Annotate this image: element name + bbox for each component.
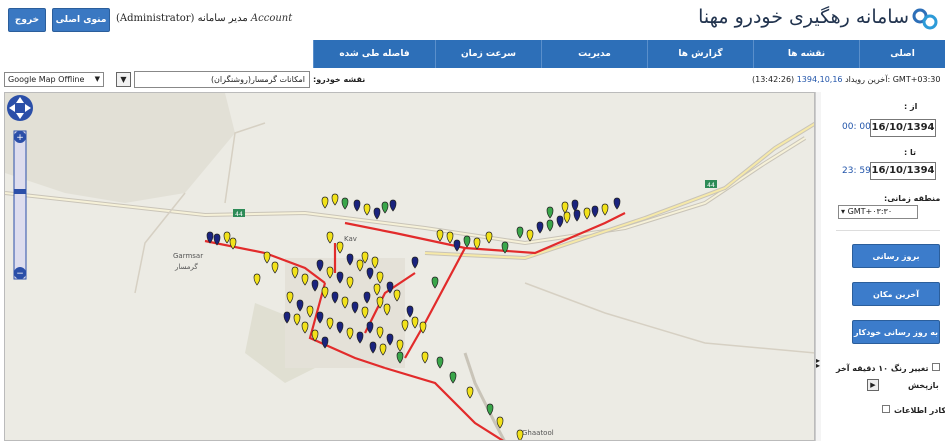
map-type-value: Google Map Offline [8, 75, 85, 84]
logout-button[interactable]: خروج [8, 8, 46, 32]
nav-bar: اصلی نقشه ها گزارش ها مدیریت سرعت زمان ف… [313, 40, 945, 68]
place-ghaatool: Ghaatool [522, 429, 554, 437]
tab-home[interactable]: اصلی [859, 40, 945, 68]
map-toolbar: Google Map Offline ▼ ▼ امکانات گرمسار(رو… [0, 68, 945, 92]
info-window-checkbox[interactable] [882, 405, 890, 413]
tab-speed-time[interactable]: سرعت زمان [435, 40, 541, 68]
auto-refresh-button[interactable]: به روز رسانی خودکار [852, 320, 940, 344]
map-canvas[interactable]: 44 44 Garmsar گرمسار Ghaatool Kav [5, 93, 815, 441]
timezone-select[interactable]: ▾ GMT+۰۳:۳۰ [838, 205, 918, 219]
app-header: سامانه رهگیری خودرو مهنا خروج منوی اصلی … [0, 0, 945, 40]
last-event-label: آخرین رویداد: [845, 75, 891, 84]
account-label: Account [250, 13, 293, 24]
info-window-label: کادر اطلاعات [894, 406, 945, 415]
place-garmsar-fa: گرمسار [174, 262, 198, 271]
road-shield-44-east: 44 [707, 182, 715, 189]
timezone-value: GMT+۰۳:۳۰ [847, 207, 893, 216]
timezone-label: منطقه زمانی: [884, 194, 941, 203]
app-title: سامانه رهگیری خودرو مهنا [698, 6, 909, 28]
logo-icon [912, 8, 938, 30]
panel-splitter[interactable] [815, 92, 821, 441]
car-select-field[interactable]: امکانات گرمسار(روشنگران) [134, 71, 310, 88]
home-menu-button[interactable]: منوی اصلی [52, 8, 110, 32]
svg-text:+: + [16, 133, 24, 143]
road-shield-44: 44 [235, 211, 243, 218]
tab-reports[interactable]: گزارش ها [647, 40, 753, 68]
user-info: (Administrator) مدیر سامانه Account [116, 13, 292, 24]
chevron-down-icon: ▾ [841, 207, 846, 216]
place-garmsar: Garmsar [173, 252, 203, 260]
playback-label: بازپخش [908, 381, 939, 390]
to-time[interactable]: 23: 59 [842, 166, 871, 176]
car-map-label: نقشه خودرو: [313, 75, 366, 84]
refresh-button[interactable]: بروز رسانی [852, 244, 940, 268]
to-label: تا : [904, 148, 916, 157]
last-event-info: (13:42:26) 1394,10,16 آخرین رویداد: GMT+… [752, 75, 940, 84]
from-time[interactable]: 00: 00 [842, 122, 871, 132]
zoom-control[interactable]: + − [5, 93, 35, 283]
gmt-offset: GMT+03:30 [892, 75, 941, 84]
last-event-date: 1394,10,16 [796, 75, 843, 84]
car-dropdown-button[interactable]: ▼ [116, 72, 131, 87]
chevron-down-icon: ▼ [94, 75, 100, 83]
divider [836, 230, 940, 231]
from-date-field[interactable]: 16/10/1394 [870, 119, 936, 137]
map-type-select[interactable]: Google Map Offline ▼ [4, 72, 104, 87]
map-view[interactable]: 44 44 Garmsar گرمسار Ghaatool Kav + − [4, 92, 815, 441]
tab-maps[interactable]: نقشه ها [753, 40, 859, 68]
tab-distance[interactable]: فاصله طی شده [313, 40, 435, 68]
place-kav: Kav [344, 235, 357, 243]
color-change-checkbox[interactable] [932, 363, 940, 371]
zoom-slider-handle [14, 189, 26, 194]
last-event-time: (13:42:26) [752, 75, 795, 84]
main-nav: اصلی نقشه ها گزارش ها مدیریت سرعت زمان ف… [0, 40, 945, 68]
svg-text:−: − [16, 269, 24, 279]
color-change-label: تغییر رنگ ۱۰ دقیقه آخر [836, 364, 929, 373]
from-label: از : [904, 102, 918, 111]
last-location-button[interactable]: آخرین مکان [852, 282, 940, 306]
user-role: (Administrator) مدیر سامانه [116, 13, 248, 24]
play-icon[interactable]: ▶ [867, 379, 879, 391]
side-panel: از : 00: 00 16/10/1394 تا : 23: 59 16/10… [824, 92, 945, 441]
to-date-field[interactable]: 16/10/1394 [870, 162, 936, 180]
tab-management[interactable]: مدیریت [541, 40, 647, 68]
splitter-handle-icon[interactable]: ▸ ▸ [816, 357, 820, 370]
